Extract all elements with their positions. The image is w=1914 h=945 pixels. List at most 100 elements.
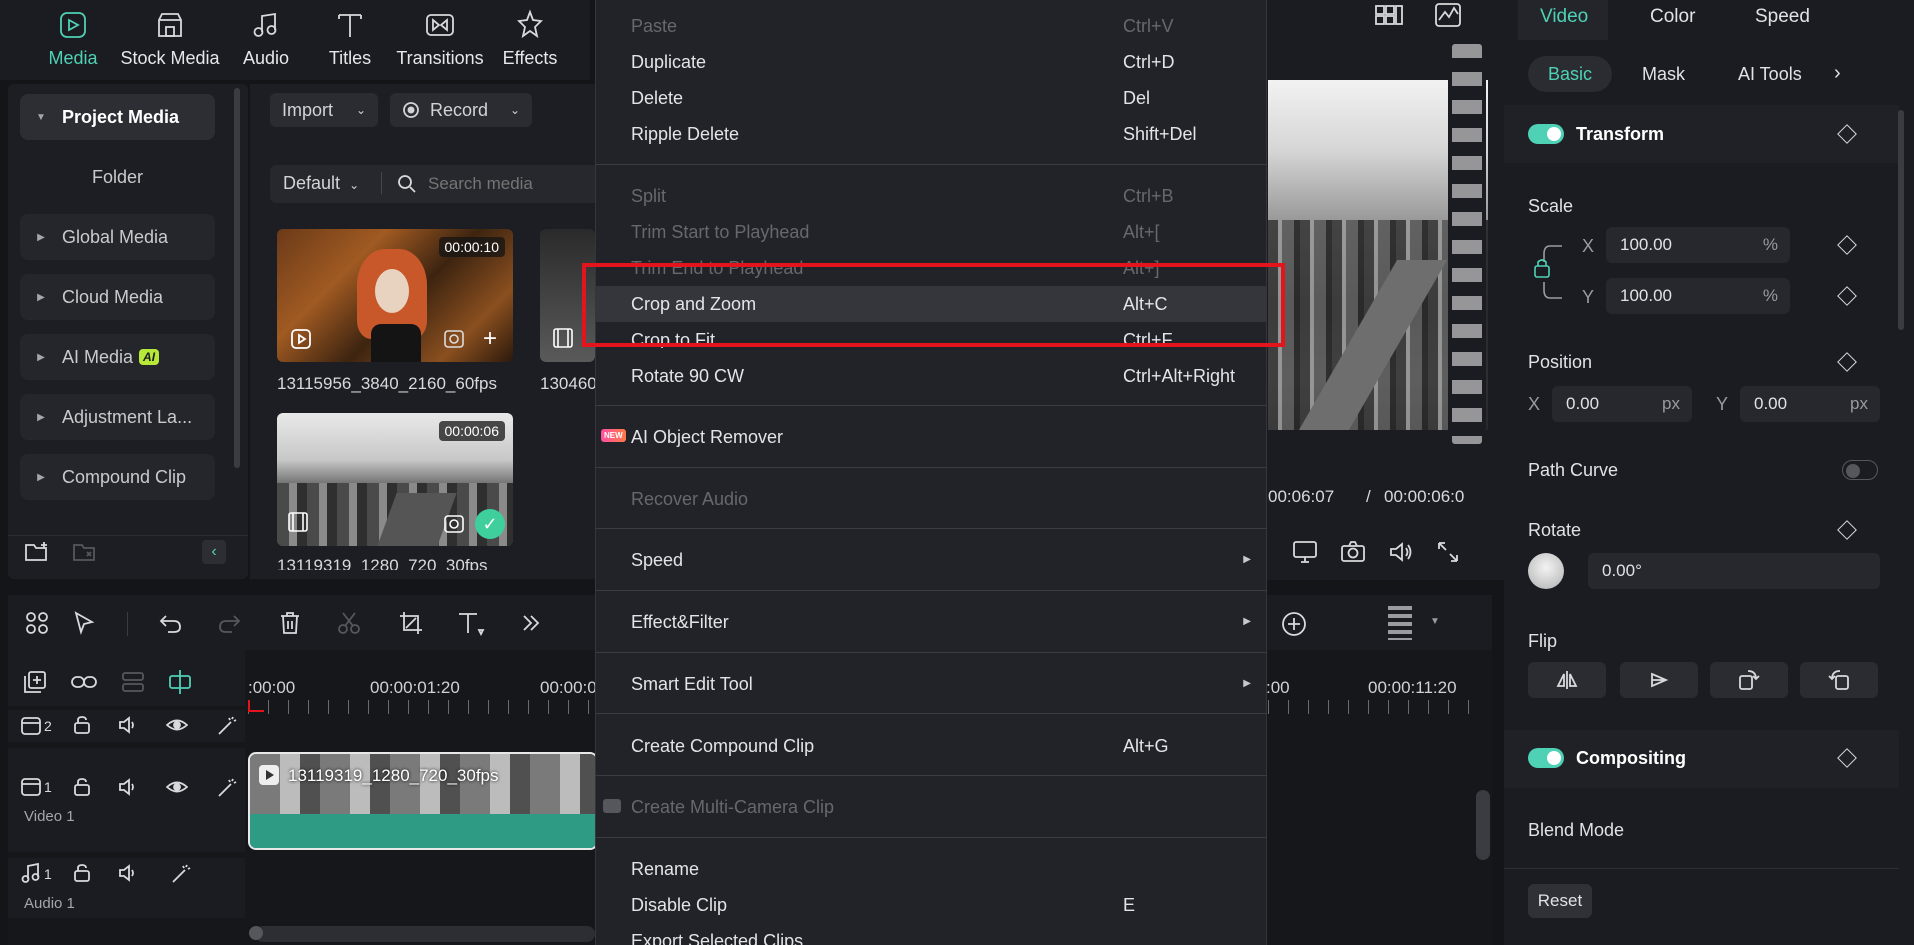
position-x-input[interactable]: 0.00 px [1552,386,1692,422]
menu-item-create-multi-camera-clip[interactable]: Create Multi-Camera Clip [595,789,1267,825]
volume-icon[interactable] [1388,540,1414,564]
nav-global-media[interactable]: ▶ Global Media [20,214,215,260]
volume-icon[interactable] [118,777,140,797]
nav-compound-clip[interactable]: ▶ Compound Clip [20,454,215,500]
record-button[interactable]: Record ⌄ [390,93,532,127]
layout-icon[interactable] [1374,4,1404,28]
crop-icon[interactable] [398,610,424,636]
position-y-input[interactable]: 0.00 px [1740,386,1880,422]
text-tool-icon[interactable] [456,610,486,636]
scale-x-input[interactable]: 100.00 % [1606,227,1790,263]
menu-item-paste[interactable]: Paste Ctrl+V [595,8,1267,44]
sort-dropdown[interactable]: Default ⌄ [283,173,359,194]
subtab-ai-tools[interactable]: AI Tools [1718,56,1822,92]
tab-audio-label: Audio [242,48,290,68]
subtab-basic[interactable]: Basic [1528,56,1613,92]
scrollbar-handle[interactable] [249,926,263,940]
menu-item-split[interactable]: Split Ctrl+B [595,178,1267,214]
add-to-timeline-icon[interactable]: + [483,325,497,353]
menu-item-duplicate[interactable]: Duplicate Ctrl+D [595,44,1267,80]
menu-item-create-compound-clip[interactable]: Create Compound Clip Alt+G [595,728,1267,764]
camera-icon[interactable] [1340,540,1366,564]
lock-icon[interactable] [72,863,92,883]
menu-item-delete[interactable]: Delete Del [595,80,1267,116]
new-folder-icon[interactable] [24,540,50,564]
link-scale-icon[interactable] [1532,244,1566,300]
add-track-icon[interactable] [1280,610,1308,638]
rotate-input[interactable]: 0.00° [1588,553,1880,589]
remove-folder-icon[interactable] [72,540,98,564]
subtab-mask[interactable]: Mask [1622,56,1705,92]
scale-y-input[interactable]: 100.00 % [1606,278,1790,314]
media-thumbnail[interactable]: 00:00:06 ✓ [277,413,513,546]
menu-item-recover-audio[interactable]: Recover Audio [595,481,1267,517]
chevron-down-icon: ⌄ [349,178,360,192]
redo-icon[interactable] [216,610,242,636]
tab-video[interactable]: Video [1540,6,1588,28]
path-curve-toggle[interactable] [1842,460,1878,480]
menu-item-ripple-delete[interactable]: Ripple Delete Shift+Del [595,116,1267,152]
timeline-clip[interactable]: 13119319_1280_720_30fps [248,752,598,850]
timeline-scrollbar[interactable] [255,926,595,942]
lock-icon[interactable] [72,777,92,797]
compositing-toggle[interactable] [1528,748,1564,768]
search-input[interactable] [428,170,588,198]
eye-icon[interactable] [166,777,188,797]
nav-adjustment-layer[interactable]: ▶ Adjustment La... [20,394,215,440]
nav-ai-media[interactable]: ▶ AI Media AI [20,334,215,380]
link-icon[interactable] [70,670,98,694]
nav-scrollbar[interactable] [234,88,240,468]
add-media-track-icon[interactable] [22,670,48,694]
grid-icon[interactable] [24,610,50,636]
vertical-scrollbar[interactable] [1476,790,1490,860]
chart-icon[interactable] [1434,2,1462,28]
nav-project-media[interactable]: ▼ Project Media [20,94,215,140]
menu-item-speed[interactable]: Speed ▶ [595,542,1267,578]
menu-item-smart-edit-tool[interactable]: Smart Edit Tool ▶ [595,666,1267,702]
flip-horizontal-button[interactable] [1528,662,1606,698]
flip-vertical-button[interactable] [1620,662,1698,698]
snap-icon[interactable] [166,668,194,696]
media-thumbnail[interactable]: 00:00:10 + [277,229,513,362]
menu-item-rename[interactable]: Rename [595,851,1267,887]
nav-folder[interactable]: Folder [20,154,215,200]
eye-icon[interactable] [166,715,188,735]
rotate-dial[interactable] [1528,553,1564,589]
fullscreen-icon[interactable] [1436,540,1460,564]
volume-icon[interactable] [118,715,140,735]
menu-item-disable-clip[interactable]: Disable Clip E [595,887,1267,923]
more-tools-icon[interactable] [520,612,542,634]
menu-item-ai-object-remover[interactable]: NEW AI Object Remover [595,419,1267,455]
zoom-slider-handle[interactable] [1388,606,1412,640]
import-button[interactable]: Import ⌄ [270,93,378,127]
tab-effects[interactable]: Effects [465,8,595,69]
tab-speed[interactable]: Speed [1755,6,1810,28]
display-icon[interactable] [1292,540,1318,564]
lock-icon[interactable] [72,715,92,735]
volume-icon[interactable] [118,863,140,883]
undo-icon[interactable] [158,610,184,636]
collapse-panel-button[interactable]: ‹ [202,540,226,564]
transform-toggle[interactable] [1528,124,1564,144]
delete-icon[interactable] [278,610,302,636]
rotate-left-button[interactable] [1710,662,1788,698]
menu-item-effect-filter[interactable]: Effect&Filter ▶ [595,604,1267,640]
tab-color[interactable]: Color [1650,6,1695,28]
reset-button[interactable]: Reset [1528,884,1592,918]
scissors-icon[interactable] [336,610,362,636]
split-track-icon[interactable] [120,670,146,694]
menu-item-trim-start[interactable]: Trim Start to Playhead Alt+[ [595,214,1267,250]
magic-wand-icon[interactable] [216,715,238,737]
chevron-right-icon[interactable]: › [1834,62,1841,85]
menu-item-export-selected-clips[interactable]: Export Selected Clips [595,923,1267,945]
select-tool-icon[interactable] [72,610,100,636]
playhead-marker[interactable] [248,700,264,712]
menu-item-label: Recover Audio [631,489,749,509]
panel-scrollbar[interactable] [1898,110,1904,330]
nav-cloud-media[interactable]: ▶ Cloud Media [20,274,215,320]
rotate-right-button[interactable] [1800,662,1878,698]
magic-wand-icon[interactable] [216,777,238,799]
menu-item-rotate-90-cw[interactable]: Rotate 90 CW Ctrl+Alt+Right [595,358,1267,394]
caret-down-icon[interactable]: ▼ [1430,616,1440,627]
magic-wand-icon[interactable] [170,863,192,885]
